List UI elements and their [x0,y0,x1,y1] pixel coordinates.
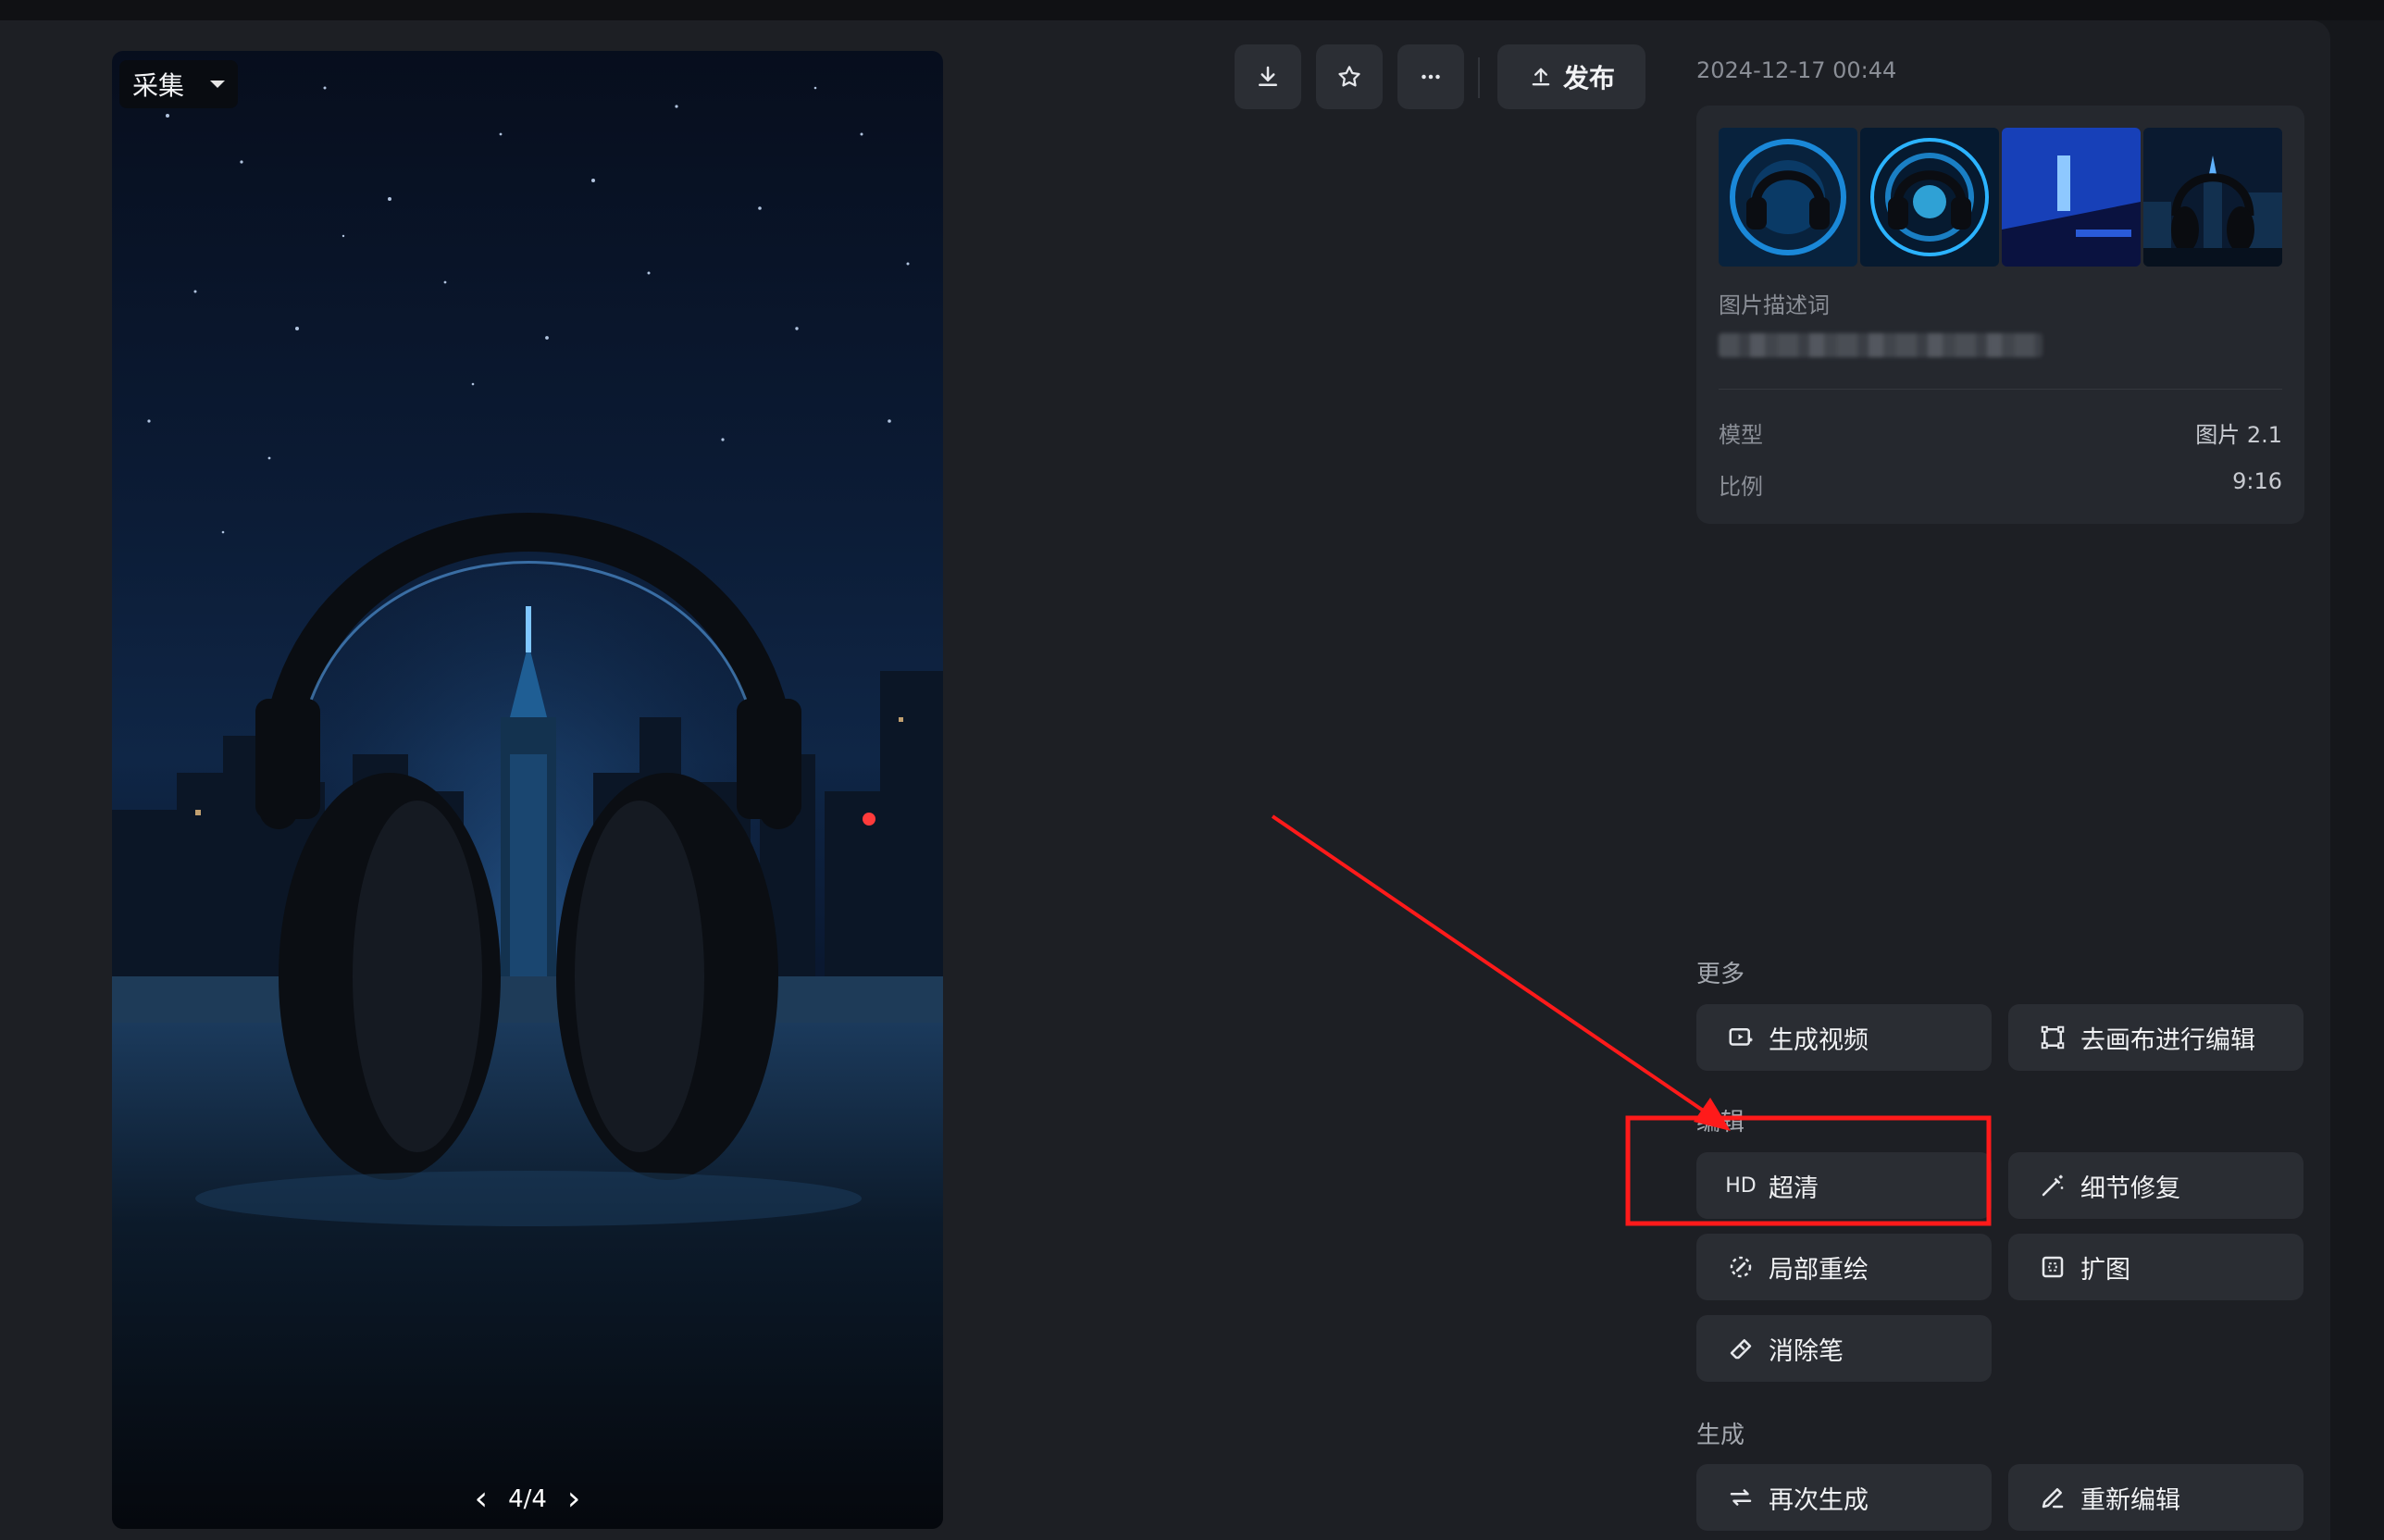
publish-button[interactable]: 发布 [1497,44,1645,109]
meta-key: 比例 [1719,474,1763,500]
chevron-left-icon[interactable]: ‹ [475,1483,488,1516]
meta-key: 模型 [1719,422,1763,448]
collect-dropdown[interactable]: 采集 [119,60,238,108]
timestamp: 2024-12-17 00:44 [1696,57,1897,83]
chevron-right-icon[interactable]: › [567,1483,580,1516]
section-title-edit: 编辑 [1696,1109,1745,1136]
action-label: 再次生成 [1769,1485,1869,1515]
action-label: 超清 [1769,1174,1819,1203]
action-label: 生成视频 [1769,1025,1869,1055]
download-icon [1259,66,1277,86]
publish-label: 发布 [1562,63,1615,93]
meta-value: 9:16 [2232,468,2282,494]
regenerate-button[interactable]: 再次生成 [1696,1464,1992,1531]
card-divider [1719,389,2282,390]
thumbnail-strip [1719,128,2282,267]
more-button[interactable] [1397,44,1464,109]
inpaint-button[interactable]: 局部重绘 [1696,1234,1992,1300]
meta-row-ratio: 比例 9:16 [1719,468,2282,501]
eraser-icon [1726,1334,1756,1363]
thumbnail-1[interactable] [1719,128,1857,267]
collect-label: 采集 [132,70,185,101]
chevron-down-icon [210,81,225,88]
meta-row-model: 模型 图片 2.1 [1719,416,2282,449]
headphones-city-illustration [112,51,943,1529]
description-text-blurred [1719,333,2043,357]
page-indicator: 4/4 [508,1485,547,1513]
action-label: 细节修复 [2080,1174,2180,1203]
more-icon [1422,74,1440,80]
section-title-more: 更多 [1696,961,1745,988]
expand-icon [2038,1252,2067,1282]
section-title-generate: 生成 [1696,1422,1745,1449]
action-label: 重新编辑 [2080,1485,2180,1515]
magic-wand-icon [2038,1171,2067,1200]
re-edit-button[interactable]: 重新编辑 [2008,1464,2303,1531]
action-label: 局部重绘 [1769,1255,1869,1285]
action-label: 消除笔 [1769,1336,1844,1366]
expand-image-button[interactable]: 扩图 [2008,1234,2303,1300]
toolbar-divider [1478,57,1480,98]
hd-icon: HD [1725,1174,1757,1198]
main-image[interactable]: 采集 ‹ 4/4 › [112,51,943,1529]
pencil-icon [2038,1483,2067,1512]
meta-value: 图片 2.1 [2195,422,2282,448]
action-label: 扩图 [2080,1255,2130,1285]
top-bar [0,0,2384,20]
download-button[interactable] [1235,44,1301,109]
upload-icon [1532,68,1550,86]
favorite-button[interactable] [1316,44,1383,109]
generate-video-button[interactable]: 生成视频 [1696,1004,1992,1071]
regenerate-icon [1726,1483,1756,1512]
detail-repair-button[interactable]: 细节修复 [2008,1152,2303,1219]
video-generate-icon [1726,1023,1756,1052]
image-pager: ‹ 4/4 › [112,1479,943,1520]
description-label: 图片描述词 [1719,292,1830,318]
thumbnail-2[interactable] [1860,128,1999,267]
info-card: 图片描述词 模型 图片 2.1 比例 9:16 [1696,106,2304,524]
canvas-edit-button[interactable]: 去画布进行编辑 [2008,1004,2303,1071]
inpaint-icon [1726,1252,1756,1282]
star-icon [1338,66,1360,87]
canvas-edit-icon [2038,1023,2067,1052]
action-label: 去画布进行编辑 [2080,1025,2255,1055]
eraser-button[interactable]: 消除笔 [1696,1315,1992,1382]
thumbnail-4[interactable] [2143,128,2282,267]
thumbnail-3[interactable] [2002,128,2141,267]
hd-upscale-button[interactable]: HD 超清 [1696,1152,1992,1219]
